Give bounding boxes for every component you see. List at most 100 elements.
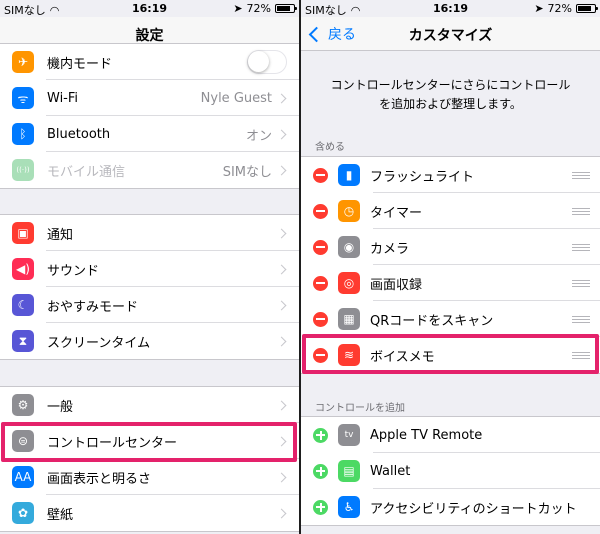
settings-row-label: サウンド (47, 263, 100, 279)
remove-control-button[interactable] (313, 203, 328, 219)
add-control-button[interactable] (313, 499, 328, 515)
control-label: Wallet (370, 463, 411, 479)
description: コントロールセンターにさらにコントロール を追加および整理します。 (301, 76, 600, 114)
status-bar-right: SIMなし ◠ 16:19 ➤ 72% (301, 0, 600, 17)
battery-icon (576, 4, 598, 13)
battery-icon (275, 4, 297, 13)
bluetooth-icon: ᛒ (12, 123, 34, 145)
remove-control-button[interactable] (313, 275, 328, 291)
settings-row-label: モバイル通信 (47, 164, 126, 180)
chevron-right-icon (276, 300, 287, 310)
settings-row-gear[interactable]: ⚙ 一般 (0, 387, 299, 423)
display-icon: AA (12, 466, 34, 488)
settings-row-label: 機内モード (47, 56, 113, 72)
control-row-screen-record[interactable]: ◎ 画面収録 (301, 265, 600, 301)
settings-row-cellular[interactable]: ((·)) モバイル通信 SIMなし (0, 152, 299, 188)
page-title: 設定 (135, 28, 164, 44)
airplane-icon: ✈ (12, 51, 34, 73)
settings-row-label: スクリーンタイム (47, 335, 151, 351)
control-label: アクセシビリティのショートカット (370, 501, 577, 517)
chevron-right-icon (276, 93, 287, 103)
included-header: 含める (315, 142, 345, 153)
gear-icon: ⚙ (12, 394, 34, 416)
battery-percent: 72% (246, 2, 271, 15)
chevron-right-icon (276, 165, 287, 175)
add-control-button[interactable] (313, 427, 328, 443)
more-controls-header: コントロールを追加 (315, 403, 405, 414)
battery-percent: 72% (547, 2, 572, 15)
add-control-button[interactable] (313, 463, 328, 479)
control-row-camera[interactable]: ◉ カメラ (301, 229, 600, 265)
settings-row-notifications[interactable]: ▣ 通知 (0, 215, 299, 251)
highlight-control-center (1, 422, 297, 462)
description-line1: コントロールセンターにさらにコントロール (330, 78, 571, 92)
control-row-wallet[interactable]: ▤ Wallet (301, 453, 600, 489)
settings-row-label: 壁紙 (47, 507, 74, 523)
settings-row-label: Bluetooth (47, 126, 111, 142)
settings-row-sounds[interactable]: ◀) サウンド (0, 251, 299, 287)
reorder-handle-icon[interactable] (572, 243, 590, 251)
airplane-mode-toggle[interactable] (247, 50, 287, 74)
location-icon: ➤ (233, 2, 243, 15)
reorder-handle-icon[interactable] (572, 279, 590, 287)
chevron-right-icon (276, 472, 287, 482)
settings-row-hourglass[interactable]: ⧗ スクリーンタイム (0, 323, 299, 359)
moon-icon: ☾ (12, 294, 34, 316)
control-row-timer[interactable]: ◷ タイマー (301, 193, 600, 229)
location-icon: ➤ (534, 2, 544, 15)
sounds-icon: ◀) (12, 258, 34, 280)
settings-row-wifi[interactable]: ᯤ Wi-Fi Nyle Guest (0, 80, 299, 116)
wallet-icon: ▤ (338, 460, 360, 482)
control-label: Apple TV Remote (370, 427, 483, 443)
more-controls: tv Apple TV Remote ▤ Wallet ♿ アクセシビリティのショートカッ… (301, 416, 600, 526)
control-row-flashlight[interactable]: ▮ フラッシュライト (301, 157, 600, 193)
reorder-handle-icon[interactable] (572, 315, 590, 323)
nav-bar-right: 戻る カスタマイズ (301, 17, 600, 51)
control-label: フラッシュライト (370, 169, 475, 185)
remove-control-button[interactable] (313, 239, 328, 255)
control-label: QRコードをスキャン (370, 313, 494, 329)
hourglass-icon: ⧗ (12, 330, 34, 352)
settings-row-wallpaper[interactable]: ✿ 壁紙 (0, 495, 299, 531)
control-row-apple-tv[interactable]: tv Apple TV Remote (301, 417, 600, 453)
settings-row-bluetooth[interactable]: ᛒ Bluetooth オン (0, 116, 299, 152)
settings-panel: SIMなし ◠ 16:19 ➤ 72% 設定 ✈ 機内モード ᯤ Wi-Fi Nyle Gu… (0, 0, 299, 534)
settings-row-display[interactable]: AA 画面表示と明るさ (0, 459, 299, 495)
settings-row-label: おやすみモード (47, 299, 139, 315)
remove-control-button[interactable] (313, 311, 328, 327)
accessibility-icon: ♿ (338, 496, 360, 518)
page-title: カスタマイズ (408, 28, 493, 44)
settings-row-value: オン (245, 128, 272, 144)
control-label: タイマー (370, 205, 423, 221)
wifi-icon: ᯤ (12, 87, 34, 109)
flashlight-icon: ▮ (338, 164, 360, 186)
settings-row-airplane[interactable]: ✈ 機内モード (0, 44, 299, 80)
control-row-accessibility[interactable]: ♿ アクセシビリティのショートカット (301, 489, 600, 525)
apple-tv-icon: tv (338, 424, 360, 446)
description-line2: を追加および整理します。 (379, 97, 522, 111)
control-label: カメラ (370, 241, 410, 257)
reorder-handle-icon[interactable] (572, 171, 590, 179)
wallpaper-icon: ✿ (12, 502, 34, 524)
customize-panel: SIMなし ◠ 16:19 ➤ 72% 戻る カスタマイズ コントロールセンターにさ… (301, 0, 600, 534)
timer-icon: ◷ (338, 200, 360, 222)
settings-row-label: Wi-Fi (47, 90, 79, 106)
cellular-icon: ((·)) (12, 159, 34, 181)
settings-row-label: 画面表示と明るさ (47, 471, 152, 487)
settings-row-value: Nyle Guest (200, 90, 272, 106)
settings-row-label: 一般 (47, 399, 74, 415)
chevron-right-icon (276, 336, 287, 346)
settings-group-notifications: ▣ 通知 ◀) サウンド ☾ おやすみモード ⧗ スクリーンタイム (0, 214, 299, 360)
reorder-handle-icon[interactable] (572, 207, 590, 215)
remove-control-button[interactable] (313, 167, 328, 183)
control-label: 画面収録 (370, 277, 423, 293)
chevron-right-icon (276, 508, 287, 518)
status-bar: SIMなし ◠ 16:19 ➤ 72% (0, 0, 299, 17)
screen-record-icon: ◎ (338, 272, 360, 294)
notifications-icon: ▣ (12, 222, 34, 244)
control-row-qr[interactable]: ▦ QRコードをスキャン (301, 301, 600, 337)
settings-group-connectivity: ✈ 機内モード ᯤ Wi-Fi Nyle Guest ᛒ Bluetooth オン ((·)) モ… (0, 43, 299, 189)
qr-icon: ▦ (338, 308, 360, 330)
camera-icon: ◉ (338, 236, 360, 258)
settings-row-moon[interactable]: ☾ おやすみモード (0, 287, 299, 323)
